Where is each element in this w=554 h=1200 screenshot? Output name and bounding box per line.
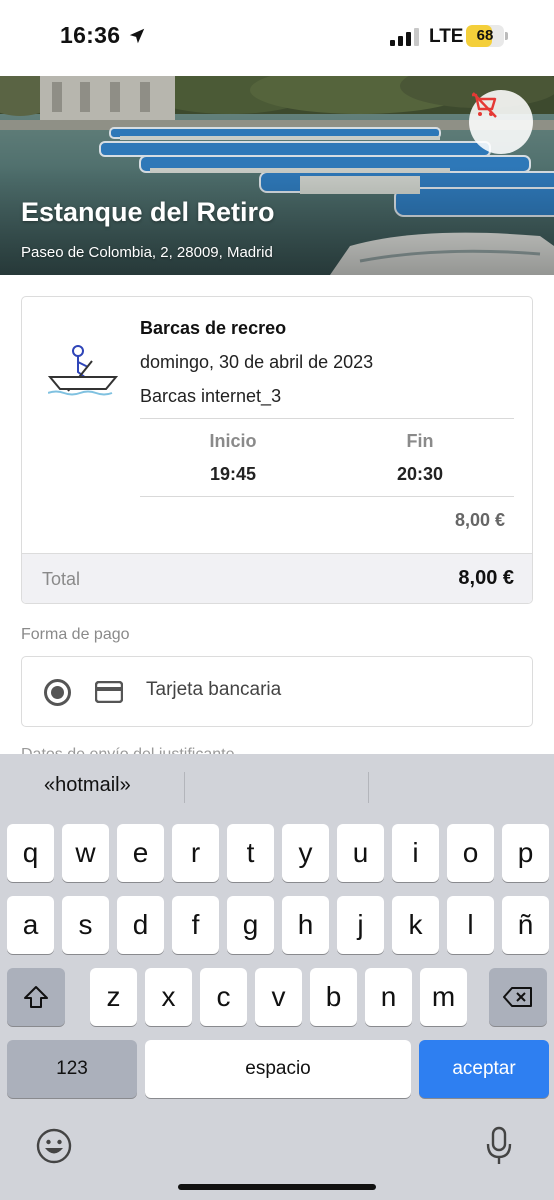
key-j[interactable]: j (337, 896, 384, 954)
battery-level: 68 (476, 27, 494, 44)
total-value: 8,00 € (458, 567, 514, 589)
start-label: Inicio (209, 431, 257, 451)
key-s[interactable]: s (62, 896, 109, 954)
end-label: Fin (406, 431, 434, 451)
key-m[interactable]: m (420, 968, 467, 1026)
key-r[interactable]: r (172, 824, 219, 882)
booking-summary-card: Barcas de recreo domingo, 30 de abril de… (21, 296, 533, 604)
venue-address: Paseo de Colombia, 2, 28009, Madrid (21, 244, 273, 261)
key-w[interactable]: w (62, 824, 109, 882)
venue-header-image: Estanque del Retiro Paseo de Colombia, 2… (0, 76, 554, 275)
key-n[interactable]: n (365, 968, 412, 1026)
total-row: Total 8,00 € (22, 553, 532, 603)
backspace-key[interactable] (489, 968, 547, 1026)
key-g[interactable]: g (227, 896, 274, 954)
space-key[interactable]: espacio (145, 1040, 411, 1098)
key-i[interactable]: i (392, 824, 439, 882)
suggestion-bar: «hotmail» (0, 754, 554, 820)
key-c[interactable]: c (200, 968, 247, 1026)
remove-from-cart-button[interactable] (469, 90, 533, 154)
shift-key[interactable] (7, 968, 65, 1026)
payment-method-label: Tarjeta bancaria (146, 679, 282, 700)
key-v[interactable]: v (255, 968, 302, 1026)
key-p[interactable]: p (502, 824, 549, 882)
key-y[interactable]: y (282, 824, 329, 882)
suggestion-item[interactable]: «hotmail» (44, 774, 131, 797)
key-u[interactable]: u (337, 824, 384, 882)
shift-icon (24, 986, 48, 1008)
emoji-icon[interactable] (36, 1128, 72, 1164)
key-z[interactable]: z (90, 968, 137, 1026)
key-b[interactable]: b (310, 968, 357, 1026)
network-type: LTE (429, 26, 464, 47)
key-d[interactable]: d (117, 896, 164, 954)
venue-name: Estanque del Retiro (21, 197, 275, 227)
payment-method-option[interactable]: Tarjeta bancaria (21, 656, 533, 727)
divider (140, 496, 514, 497)
location-arrow-icon (129, 28, 145, 44)
home-indicator (178, 1184, 376, 1190)
backspace-icon (503, 987, 532, 1007)
booking-date: domingo, 30 de abril de 2023 (140, 352, 374, 372)
key-x[interactable]: x (145, 968, 192, 1026)
battery-icon: 68 (466, 25, 508, 47)
key-a[interactable]: a (7, 896, 54, 954)
booking-resource: Barcas internet_3 (140, 386, 282, 406)
on-screen-keyboard: «hotmail» qwertyuiop asdfghjklñ zxcvbnm … (0, 754, 554, 1200)
status-time: 16:36 (60, 22, 121, 48)
start-time: 19:45 (209, 464, 257, 484)
key-l[interactable]: l (447, 896, 494, 954)
divider (140, 418, 514, 419)
key-o[interactable]: o (447, 824, 494, 882)
activity-name: Barcas de recreo (140, 318, 287, 338)
cart-off-icon (472, 92, 497, 118)
key-e[interactable]: e (117, 824, 164, 882)
key-ñ[interactable]: ñ (502, 896, 549, 954)
payment-radio-selected[interactable] (44, 679, 71, 706)
payment-section-label: Forma de pago (21, 626, 130, 643)
rowing-boat-icon (48, 345, 118, 396)
end-time: 20:30 (396, 464, 444, 484)
line-price: 8,00 € (454, 510, 505, 530)
key-h[interactable]: h (282, 896, 329, 954)
key-f[interactable]: f (172, 896, 219, 954)
numbers-key[interactable]: 123 (7, 1040, 137, 1098)
signal-strength-icon (390, 28, 419, 46)
status-bar: 16:36 LTE 68 (0, 0, 554, 76)
microphone-icon[interactable] (486, 1126, 512, 1166)
total-label: Total (42, 569, 81, 589)
key-k[interactable]: k (392, 896, 439, 954)
key-q[interactable]: q (7, 824, 54, 882)
accept-key[interactable]: aceptar (419, 1040, 549, 1098)
credit-card-icon (95, 681, 123, 703)
key-t[interactable]: t (227, 824, 274, 882)
